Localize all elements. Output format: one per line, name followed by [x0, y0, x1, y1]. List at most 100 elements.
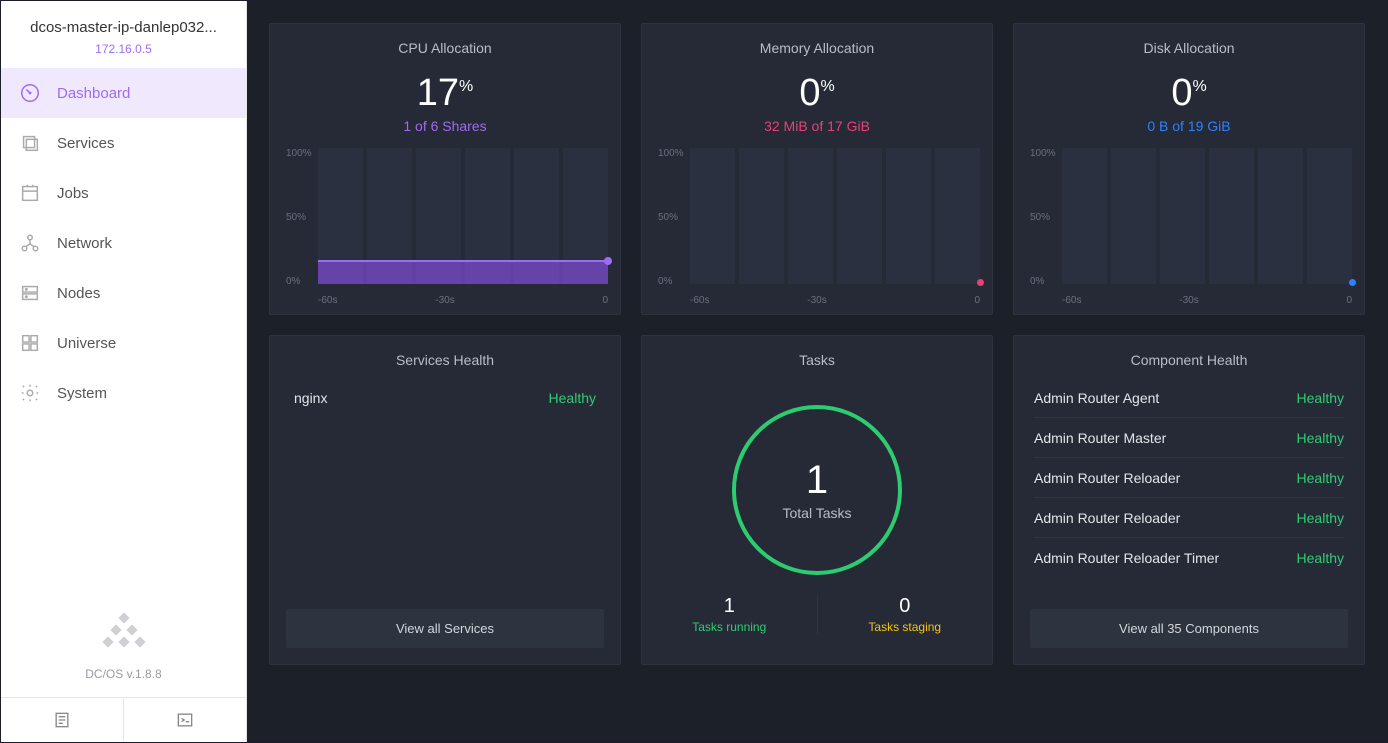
mem-subtitle: 32 MiB of 17 GiB [642, 118, 992, 134]
component-row[interactable]: Admin Router Reloader Timer Healthy [1034, 538, 1344, 577]
status-badge: Healthy [1297, 470, 1344, 486]
status-badge: Healthy [1297, 510, 1344, 526]
services-health-card: Services Health nginx Healthy View all S… [269, 335, 621, 665]
total-tasks-number: 1 [806, 458, 828, 503]
tasks-running-col: 1 Tasks running [642, 595, 817, 634]
component-name: Admin Router Reloader [1034, 470, 1180, 486]
disk-value: 0% [1014, 74, 1364, 112]
tasks-card: Tasks 1 Total Tasks 1 Tasks running 0 Ta… [641, 335, 993, 665]
component-row[interactable]: Admin Router Master Healthy [1034, 418, 1344, 458]
card-title: CPU Allocation [270, 40, 620, 56]
y-axis-label: 0% [658, 276, 672, 287]
y-axis-label: 100% [286, 148, 312, 159]
tasks-staging-col: 0 Tasks staging [817, 595, 993, 634]
gauge-icon [19, 82, 41, 104]
x-axis-label: -30s [435, 295, 454, 306]
cpu-number: 17 [417, 72, 459, 114]
task-counts: 1 Tasks running 0 Tasks staging [642, 595, 992, 634]
chart-bg-bars [1062, 148, 1352, 284]
cpu-chart: 100% 50% 0% -60s -30s 0 [270, 144, 620, 314]
card-title: Component Health [1014, 352, 1364, 368]
sidebar-footer: DC/OS v.1.8.8 [1, 594, 246, 697]
status-badge: Healthy [549, 390, 596, 406]
status-badge: Healthy [1297, 550, 1344, 566]
component-name: Admin Router Agent [1034, 390, 1159, 406]
x-axis-label: -60s [318, 295, 337, 306]
component-row[interactable]: Admin Router Agent Healthy [1034, 378, 1344, 418]
percent-sign: % [820, 78, 834, 95]
nav-label: System [57, 385, 107, 402]
status-badge: Healthy [1297, 430, 1344, 446]
nav-item-nodes[interactable]: Nodes [1, 268, 246, 318]
disk-number: 0 [1171, 72, 1192, 114]
memory-allocation-card: Memory Allocation 0% 32 MiB of 17 GiB 10… [641, 23, 993, 315]
nav-item-universe[interactable]: Universe [1, 318, 246, 368]
cluster-ip[interactable]: 172.16.0.5 [19, 42, 228, 56]
nav-list: Dashboard Services Jobs Network Nodes [1, 68, 246, 418]
x-axis-label: 0 [974, 295, 980, 306]
percent-sign: % [459, 78, 473, 95]
grid-icon [19, 332, 41, 354]
tasks-running-label: Tasks running [642, 620, 817, 634]
x-axis-label: -30s [807, 295, 826, 306]
nav-item-network[interactable]: Network [1, 218, 246, 268]
x-axis-label: -60s [690, 295, 709, 306]
component-health-card: Component Health Admin Router Agent Healt… [1013, 335, 1365, 665]
cli-button[interactable] [123, 698, 246, 742]
dcos-logo-icon [102, 610, 146, 654]
x-axis-label: -60s [1062, 295, 1081, 306]
tasks-body: 1 Total Tasks 1 Tasks running 0 Tasks st… [642, 378, 992, 664]
nav-item-jobs[interactable]: Jobs [1, 168, 246, 218]
mem-chart: 100% 50% 0% -60s -30s 0 [642, 144, 992, 314]
nav-item-system[interactable]: System [1, 368, 246, 418]
card-title: Disk Allocation [1014, 40, 1364, 56]
disk-dot-icon [1349, 279, 1356, 286]
cpu-subtitle: 1 of 6 Shares [270, 118, 620, 134]
y-axis-label: 0% [1030, 276, 1044, 287]
tasks-running-number: 1 [642, 595, 817, 618]
cpu-line [318, 260, 608, 262]
tasks-staging-label: Tasks staging [818, 620, 993, 634]
nav-label: Dashboard [57, 85, 130, 102]
calendar-icon [19, 182, 41, 204]
gear-icon [19, 382, 41, 404]
y-axis-label: 0% [286, 276, 300, 287]
mem-number: 0 [799, 72, 820, 114]
y-axis-label: 50% [286, 212, 306, 223]
cpu-value: 17% [270, 74, 620, 112]
disk-chart: 100% 50% 0% -60s -30s 0 [1014, 144, 1364, 314]
y-axis-label: 50% [658, 212, 678, 223]
sidebar: dcos-master-ip-danlep032... 172.16.0.5 D… [1, 1, 247, 742]
dashboard-grid: CPU Allocation 17% 1 of 6 Shares 100% 50… [269, 23, 1365, 665]
disk-subtitle: 0 B of 19 GiB [1014, 118, 1364, 134]
total-tasks-label: Total Tasks [783, 505, 852, 521]
nav-item-services[interactable]: Services [1, 118, 246, 168]
cluster-name: dcos-master-ip-danlep032... [19, 19, 228, 36]
cpu-dot-icon [604, 257, 612, 265]
nav-label: Nodes [57, 285, 100, 302]
tasks-ring-icon: 1 Total Tasks [732, 405, 902, 575]
y-axis-label: 100% [658, 148, 684, 159]
component-name: Admin Router Reloader [1034, 510, 1180, 526]
y-axis-label: 50% [1030, 212, 1050, 223]
status-badge: Healthy [1297, 390, 1344, 406]
nav-item-dashboard[interactable]: Dashboard [1, 68, 246, 118]
bottom-bar [1, 697, 246, 742]
component-name: Admin Router Master [1034, 430, 1166, 446]
component-row[interactable]: Admin Router Reloader Healthy [1034, 458, 1344, 498]
view-all-components-button[interactable]: View all 35 Components [1030, 609, 1348, 648]
component-row[interactable]: Admin Router Reloader Healthy [1034, 498, 1344, 538]
docs-button[interactable] [1, 698, 123, 742]
component-health-list: Admin Router Agent Healthy Admin Router M… [1014, 378, 1364, 599]
nav-label: Jobs [57, 185, 89, 202]
service-row[interactable]: nginx Healthy [294, 378, 596, 418]
nav-label: Network [57, 235, 112, 252]
mem-dot-icon [977, 279, 984, 286]
card-title: Memory Allocation [642, 40, 992, 56]
component-name: Admin Router Reloader Timer [1034, 550, 1219, 566]
view-all-services-button[interactable]: View all Services [286, 609, 604, 648]
tasks-staging-number: 0 [818, 595, 993, 618]
stack-icon [19, 132, 41, 154]
nav-label: Services [57, 135, 115, 152]
x-axis-label: -30s [1179, 295, 1198, 306]
